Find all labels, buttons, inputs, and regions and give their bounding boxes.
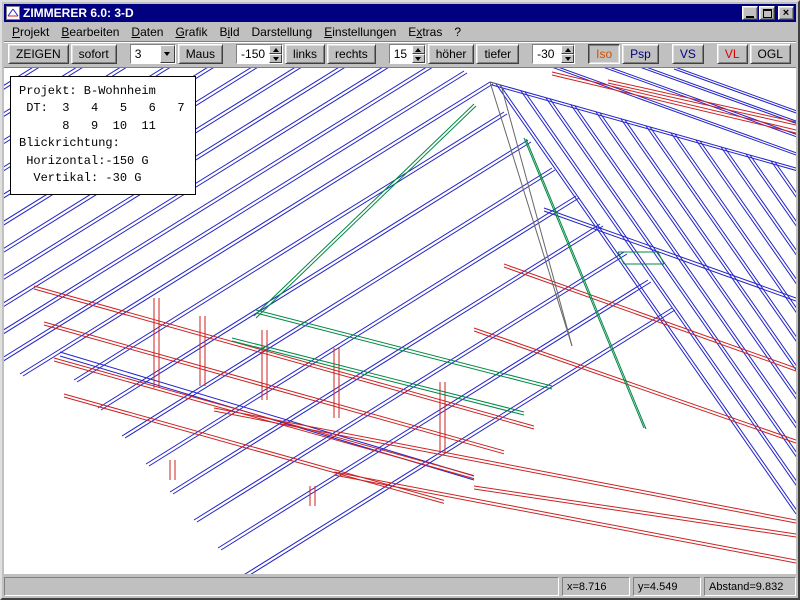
- status-abstand: Abstand=9.832: [704, 577, 796, 596]
- spinner-buttons: [269, 45, 282, 63]
- step-spinner-value: 15: [390, 45, 412, 63]
- menu-bar: Projekt Bearbeiten Daten Grafik Bild Dar…: [4, 22, 796, 41]
- spin-down-button[interactable]: [561, 54, 574, 63]
- drawing-canvas[interactable]: Projekt: B-Wohnheim DT: 3 4 5 6 7 8 9 10…: [4, 67, 796, 574]
- spin-up-button[interactable]: [412, 45, 425, 54]
- arrow-up-icon: [565, 48, 571, 52]
- spin-up-button[interactable]: [269, 45, 282, 54]
- minimize-button[interactable]: [742, 6, 758, 20]
- minimize-icon: [746, 16, 754, 18]
- spin-down-button[interactable]: [412, 54, 425, 63]
- maus-button[interactable]: Maus: [178, 44, 223, 64]
- maximize-button[interactable]: [759, 6, 775, 20]
- tiefer-button[interactable]: tiefer: [476, 44, 519, 64]
- status-message-panel: [4, 577, 559, 596]
- vertical-spinner-value: -30: [533, 45, 561, 63]
- vertical-spinner[interactable]: -30: [532, 44, 575, 64]
- close-button[interactable]: ×: [778, 6, 794, 20]
- menu-projekt[interactable]: Projekt: [6, 23, 55, 41]
- close-icon: ×: [783, 8, 789, 19]
- title-bar[interactable]: ZIMMERER 6.0: 3-D ×: [4, 4, 796, 22]
- menu-help[interactable]: ?: [448, 23, 467, 41]
- app-icon-graphic: [7, 7, 19, 19]
- window-title: ZIMMERER 6.0: 3-D: [23, 6, 739, 20]
- toolbar-gap: [378, 54, 387, 55]
- hoeher-button[interactable]: höher: [428, 44, 475, 64]
- links-button[interactable]: links: [285, 44, 325, 64]
- chevron-down-icon: [164, 52, 170, 56]
- menu-extras[interactable]: Extras: [402, 23, 448, 41]
- toolbar-gap: [706, 54, 715, 55]
- psp-button[interactable]: Psp: [622, 44, 659, 64]
- menu-darstellung[interactable]: Darstellung: [246, 23, 319, 41]
- app-window: ZIMMERER 6.0: 3-D × Projekt Bearbeiten D…: [0, 0, 800, 600]
- arrow-down-icon: [415, 57, 421, 61]
- horizontal-spinner-value: -150: [237, 45, 269, 63]
- spinner-buttons: [412, 45, 425, 63]
- maximize-icon: [763, 9, 772, 18]
- view-info-box: Projekt: B-Wohnheim DT: 3 4 5 6 7 8 9 10…: [10, 76, 196, 195]
- arrow-up-icon: [273, 48, 279, 52]
- menu-bearbeiten[interactable]: Bearbeiten: [55, 23, 125, 41]
- step-spinner[interactable]: 15: [389, 44, 426, 64]
- iso-button[interactable]: Iso: [588, 44, 620, 64]
- rechts-button[interactable]: rechts: [327, 44, 376, 64]
- spinner-buttons: [561, 45, 574, 63]
- sofort-button[interactable]: sofort: [71, 44, 117, 64]
- vs-button[interactable]: VS: [672, 44, 704, 64]
- window-controls: ×: [742, 6, 794, 20]
- toolbar-gap: [119, 54, 128, 55]
- vl-button[interactable]: VL: [717, 44, 748, 64]
- arrow-down-icon: [565, 57, 571, 61]
- arrow-down-icon: [273, 57, 279, 61]
- toolbar-gap: [521, 54, 530, 55]
- toolbar: ZEIGEN sofort 3 Maus -150 links rechts 1…: [4, 41, 796, 67]
- zeigen-button[interactable]: ZEIGEN: [8, 44, 69, 64]
- menu-grafik[interactable]: Grafik: [169, 23, 213, 41]
- ogl-button[interactable]: OGL: [750, 44, 791, 64]
- menu-einstellungen[interactable]: Einstellungen: [318, 23, 402, 41]
- toolbar-gap: [661, 54, 670, 55]
- menu-bild[interactable]: Bild: [213, 23, 245, 41]
- app-icon: [6, 6, 20, 20]
- menu-daten[interactable]: Daten: [125, 23, 169, 41]
- status-bar: x=8.716 y=4.549 Abstand=9.832: [4, 574, 796, 596]
- combo-dropdown-button[interactable]: [160, 45, 175, 63]
- arrow-up-icon: [415, 48, 421, 52]
- status-x: x=8.716: [562, 577, 630, 596]
- status-y: y=4.549: [633, 577, 701, 596]
- spin-up-button[interactable]: [561, 45, 574, 54]
- toolbar-gap: [577, 54, 586, 55]
- toolbar-gap: [225, 54, 234, 55]
- detail-combo-value: 3: [131, 45, 160, 63]
- spin-down-button[interactable]: [269, 54, 282, 63]
- horizontal-spinner[interactable]: -150: [236, 44, 283, 64]
- detail-combo[interactable]: 3: [130, 44, 176, 64]
